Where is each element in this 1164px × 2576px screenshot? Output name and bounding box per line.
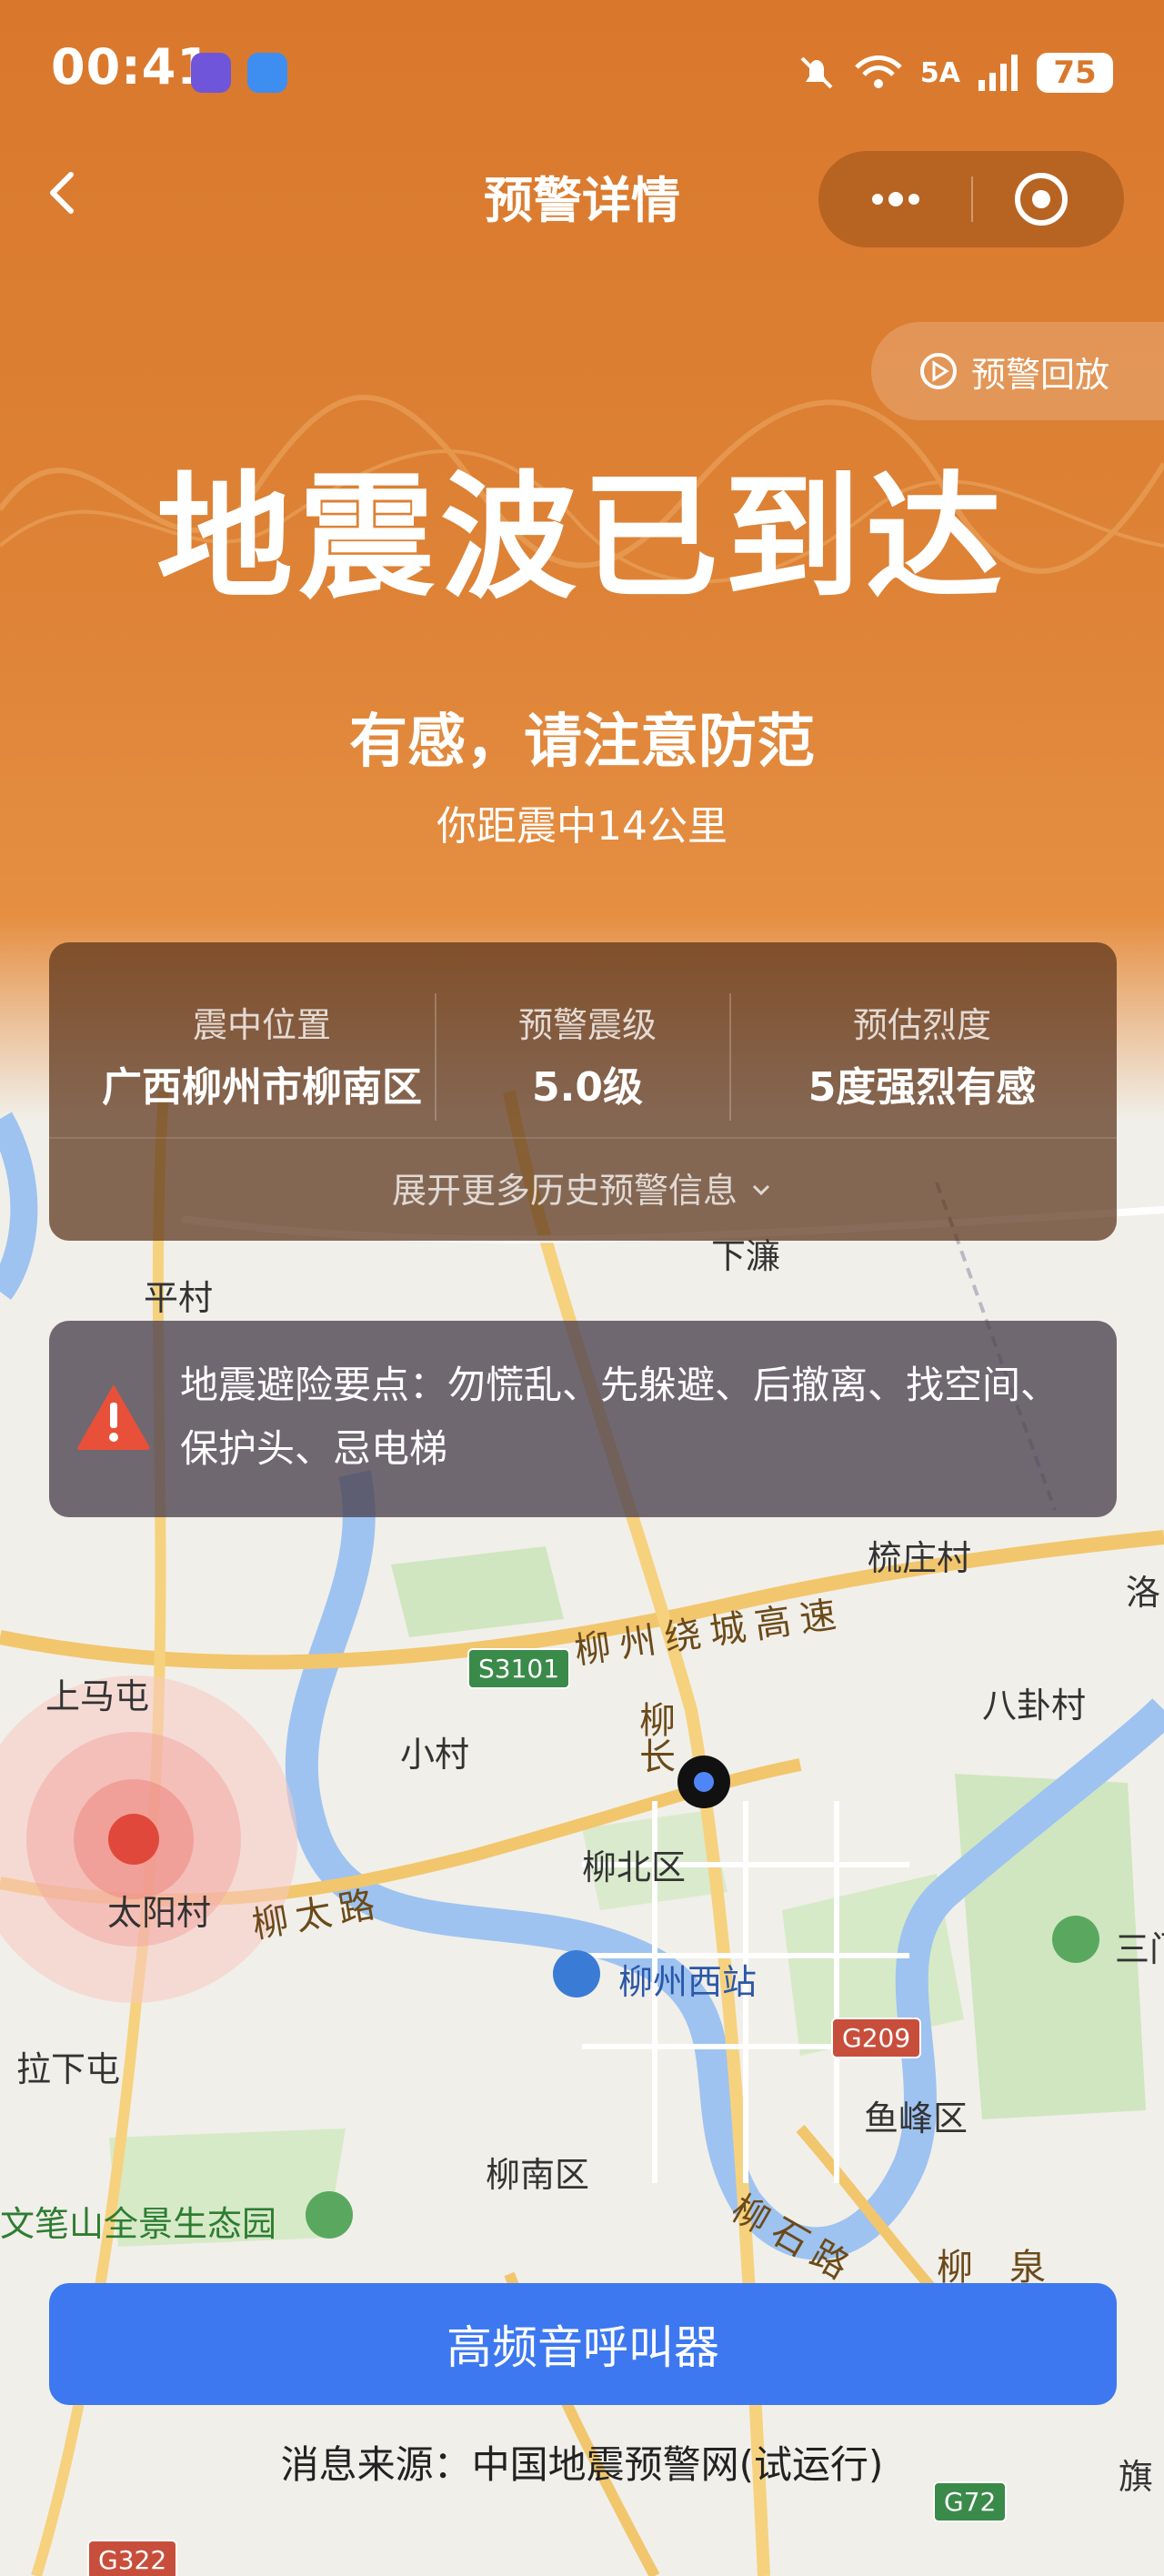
signal-icon	[978, 55, 1018, 91]
earthquake-alert-page: 平村 下濂 梳庄村 上马屯 小村 八卦村 柳北区 太阳村 拉下屯 柳州西站 鱼峰…	[0, 0, 1164, 2576]
map-label-xiaocun: 小村	[400, 1735, 470, 1775]
chevron-down-icon	[752, 1184, 770, 1196]
network-type: 5A	[919, 56, 960, 89]
magnitude-info: 预警震级 5.0级	[440, 997, 735, 1112]
map-label-taiyang: 太阳村	[107, 1893, 212, 1933]
map-label-lazhu: 拉下屯	[16, 2049, 121, 2089]
map-label-liunan: 柳南区	[486, 2155, 590, 2195]
intensity-value: 5度强烈有感	[808, 1064, 1037, 1111]
epicenter-label: 震中位置	[192, 1005, 331, 1045]
replay-label: 预警回放	[971, 354, 1110, 395]
map-label-yufeng: 鱼峰区	[864, 2098, 968, 2138]
map-label-bagua: 八卦村	[982, 1685, 1087, 1726]
status-bar: 00:41 5A 75	[0, 0, 1164, 146]
safety-tip-text: 地震避险要点：勿慌乱、先躲避、后撤离、找空间、保护头、忌电梯	[180, 1363, 1059, 1471]
map-road-liuchang: 柳长	[633, 1701, 675, 1774]
info-divider	[435, 993, 436, 1121]
mute-bell-icon	[800, 56, 833, 89]
close-miniprogram-icon[interactable]	[1011, 169, 1071, 229]
magnitude-label: 预警震级	[517, 1005, 657, 1045]
map-label-liuzhou-west: 柳州西站	[618, 1962, 758, 2002]
key-icon	[247, 53, 287, 93]
card-divider	[49, 1137, 1117, 1139]
high-frequency-caller-button[interactable]: 高频音呼叫器	[49, 2283, 1117, 2405]
message-source: 消息来源：中国地震预警网(试运行)	[280, 2442, 884, 2487]
epicenter-value: 广西柳州市柳南区	[102, 1064, 422, 1111]
map-shield-g209: G209	[831, 2018, 922, 2058]
info-divider	[729, 993, 731, 1121]
expand-history-label: 展开更多历史预警信息	[391, 1171, 738, 1211]
battery-icon: 75	[1037, 53, 1113, 93]
alert-headline: 地震波已到达	[156, 459, 1008, 618]
quake-info-card: 震中位置 广西柳州市柳南区 预警震级 5.0级 预估烈度 5度强烈有感 展开更多…	[49, 942, 1117, 1241]
distance-to-epicenter: 你距震中14公里	[436, 803, 728, 850]
play-circle-icon	[920, 353, 957, 389]
wifi-icon	[855, 55, 902, 88]
map-label-park: 文笔山全景生态园	[0, 2204, 277, 2244]
status-time: 00:41	[51, 38, 212, 96]
expand-history-button[interactable]: 展开更多历史预警信息	[49, 1162, 1117, 1213]
map-label-shangma: 上马屯	[45, 1676, 150, 1716]
map-label-shuzhuang: 梳庄村	[868, 1538, 972, 1578]
alert-replay-button[interactable]: 预警回放	[871, 322, 1164, 420]
alert-advice: 有感，请注意防范	[349, 709, 815, 776]
intensity-label: 预估烈度	[852, 1005, 991, 1045]
navigation-bar: 预警详情	[0, 146, 1164, 247]
epicenter-info: 震中位置 广西柳州市柳南区	[71, 997, 453, 1112]
status-indicators: 5A 75	[797, 44, 1113, 102]
map-shield-g322: G322	[87, 2540, 178, 2576]
miniprogram-capsule	[818, 151, 1124, 247]
map-label-luo: 洛	[1126, 1573, 1161, 1613]
magnitude-value: 5.0级	[532, 1064, 643, 1111]
map-shield-s3101: S3101	[467, 1648, 571, 1689]
map-label-san: 三门	[1115, 1929, 1164, 1969]
more-options-icon[interactable]	[866, 178, 926, 220]
safety-tip-card: 地震避险要点：勿慌乱、先躲避、后撤离、找空间、保护头、忌电梯	[49, 1321, 1117, 1517]
user-location-marker	[677, 1756, 730, 1808]
warning-triangle-icon	[77, 1384, 150, 1450]
map-label-pingcun: 平村	[144, 1278, 214, 1318]
notification-bell-icon	[191, 53, 231, 93]
capsule-divider	[971, 176, 973, 222]
intensity-info: 预估烈度 5度强烈有感	[740, 997, 1104, 1112]
map-label-liubei: 柳北区	[582, 1847, 687, 1887]
